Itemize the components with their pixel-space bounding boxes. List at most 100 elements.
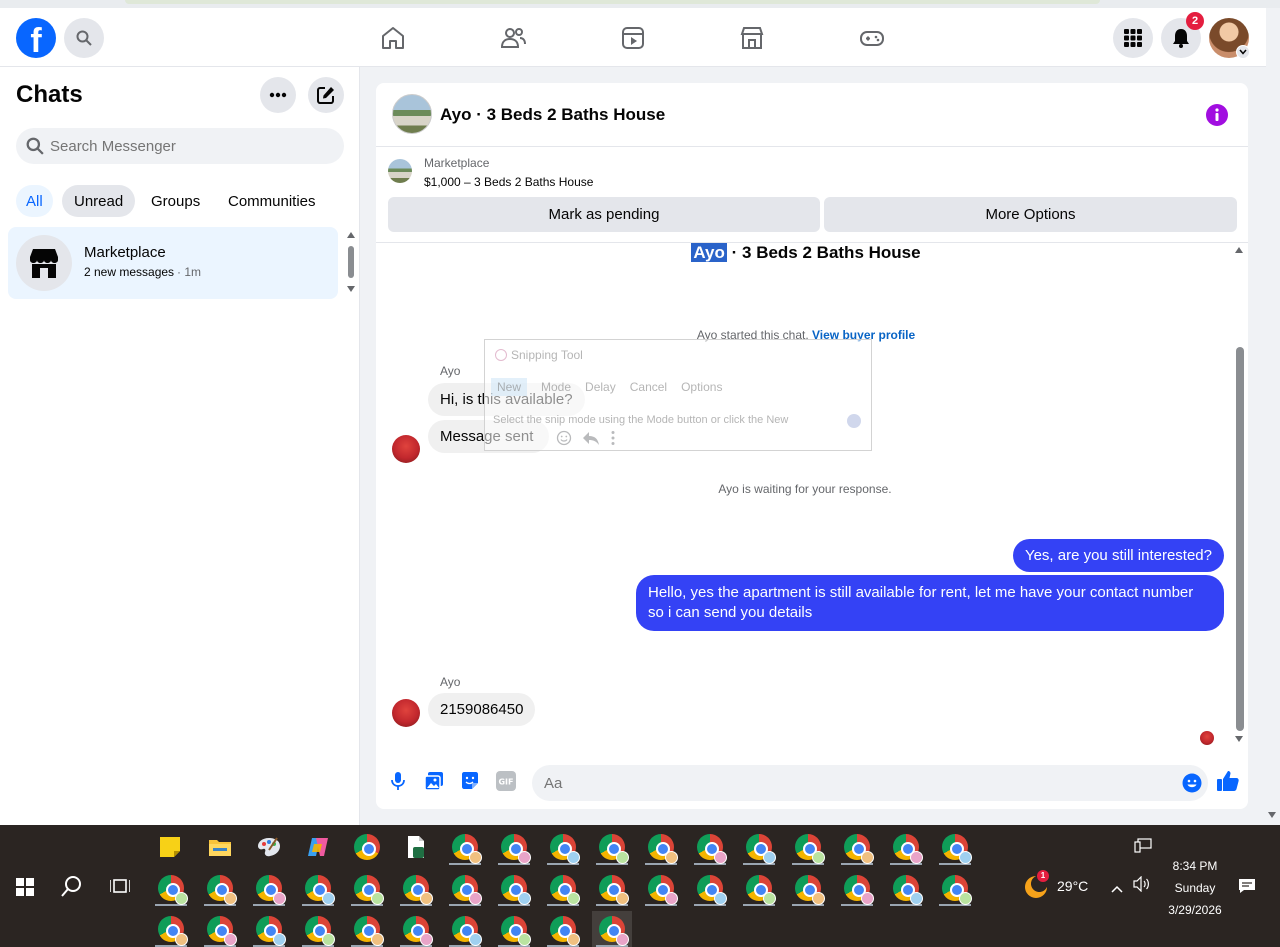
thread-scroll-down[interactable] [1235,736,1243,742]
chrome-window-taskbar-button[interactable] [935,829,975,865]
chrome-window-taskbar-button[interactable] [788,870,828,906]
chrome-window-taskbar-button[interactable] [739,829,779,865]
snip-options-button[interactable]: Options [681,380,722,394]
desktop-pc-icon[interactable] [1134,838,1152,859]
chrome-window-taskbar-button[interactable] [494,870,534,906]
listing-thumbnail-avatar[interactable] [392,94,432,134]
paint-app[interactable] [249,829,289,865]
sender-avatar[interactable] [392,435,420,463]
chrome-window-taskbar-button[interactable] [494,829,534,865]
taskbar-search-button[interactable] [61,875,83,902]
search-button[interactable] [64,18,104,58]
filter-unread[interactable]: Unread [62,185,136,217]
chrome-window-taskbar-button[interactable] [543,829,583,865]
gif-button[interactable]: GIF [496,771,516,791]
file-explorer-app[interactable] [200,829,240,865]
thread-scroll-up[interactable] [1235,247,1243,253]
facebook-logo[interactable]: f [16,18,56,58]
page-scroll-down[interactable] [1268,812,1276,818]
message-input[interactable] [544,774,1144,792]
search-messenger-input[interactable] [50,137,310,155]
video-nav-button[interactable] [619,24,647,52]
chrome-window-taskbar-button[interactable] [200,911,240,947]
chrome-window-taskbar-button[interactable] [347,870,387,906]
help-icon[interactable] [847,414,861,428]
listing-price-title[interactable]: $1,000 – 3 Beds 2 Baths House [424,175,593,189]
chrome-window-taskbar-button[interactable] [298,911,338,947]
notification-center-button[interactable] [1238,878,1256,899]
chrome-window-taskbar-button[interactable] [396,870,436,906]
thread-scroll-thumb[interactable] [1236,347,1244,731]
filter-communities[interactable]: Communities [216,185,328,217]
chrome-window-taskbar-button[interactable] [543,870,583,906]
snipping-tool-window[interactable]: Snipping Tool New Mode Delay Cancel Opti… [484,339,872,451]
snip-cancel-button[interactable]: Cancel [630,380,667,394]
chrome-window-taskbar-button[interactable] [592,829,632,865]
chrome-window-taskbar-button[interactable] [886,829,926,865]
new-message-button[interactable] [308,77,344,113]
messenger-search[interactable] [16,128,344,164]
chrome-window-taskbar-button[interactable] [935,870,975,906]
start-button[interactable] [16,878,34,901]
show-hidden-icons-button[interactable] [1111,880,1123,898]
chrome-window-taskbar-button[interactable] [396,911,436,947]
sender-avatar[interactable] [392,699,420,727]
copilot-app[interactable] [298,829,338,865]
sidebar-scrollbar[interactable] [346,232,356,296]
mark-as-pending-button[interactable]: Mark as pending [388,197,820,232]
conversation-title[interactable]: Ayo · 3 Beds 2 Baths House [440,105,665,125]
chrome-window-taskbar-button[interactable] [151,911,191,947]
incoming-message[interactable]: 2159086450 [428,693,536,726]
filter-all[interactable]: All [16,185,53,217]
chrome-window-taskbar-button[interactable] [788,829,828,865]
volume-button[interactable] [1133,875,1151,897]
chrome-window-taskbar-button[interactable] [886,870,926,906]
chrome-window-taskbar-button[interactable] [641,829,681,865]
outgoing-message[interactable]: Yes, are you still interested? [1012,539,1224,572]
snip-new-button[interactable]: New [491,378,528,396]
scroll-down-arrow[interactable] [347,286,355,292]
chat-list-item-marketplace[interactable]: Marketplace 2 new messages · 1m [8,227,338,299]
listing-thumbnail[interactable] [388,159,412,183]
chrome-window-taskbar-button[interactable] [690,829,730,865]
sidebar-scroll-thumb[interactable] [348,246,354,278]
chrome-window-taskbar-button[interactable] [494,911,534,947]
google-chrome-app[interactable] [347,829,387,865]
chrome-window-taskbar-button[interactable] [837,870,877,906]
document-app[interactable] [396,829,436,865]
sticky-notes-app[interactable] [150,829,190,865]
chrome-window-taskbar-button[interactable] [690,870,730,906]
chrome-window-taskbar-button[interactable] [445,911,485,947]
chrome-window-taskbar-button[interactable] [151,870,191,906]
friends-nav-button[interactable] [499,24,527,52]
attach-media-button[interactable] [424,771,444,796]
chrome-window-taskbar-button[interactable] [592,870,632,906]
scroll-up-arrow[interactable] [347,232,355,238]
chrome-window-taskbar-button[interactable] [592,911,632,947]
chrome-window-taskbar-button[interactable] [249,870,289,906]
chrome-window-taskbar-button[interactable] [347,911,387,947]
chrome-window-taskbar-button[interactable] [739,870,779,906]
chrome-window-taskbar-button[interactable] [200,870,240,906]
clock[interactable]: 8:34 PM Sunday 3/29/2026 [1160,855,1230,921]
more-options-button[interactable]: More Options [824,197,1237,232]
chrome-window-taskbar-button[interactable] [641,870,681,906]
home-nav-button[interactable] [379,24,407,52]
chrome-window-taskbar-button[interactable] [837,829,877,865]
chrome-window-taskbar-button[interactable] [249,911,289,947]
filter-groups[interactable]: Groups [139,185,212,217]
chrome-window-taskbar-button[interactable] [445,870,485,906]
emoji-icon[interactable] [1182,773,1202,793]
menu-button[interactable] [1113,18,1153,58]
voice-clip-button[interactable] [390,771,406,796]
account-chevron[interactable] [1236,45,1250,59]
snip-mode-button[interactable]: Mode [541,380,571,394]
task-view-button[interactable] [109,877,131,900]
snip-delay-button[interactable]: Delay [585,380,616,394]
sticker-button[interactable] [460,771,480,796]
message-input-box[interactable] [532,765,1208,801]
chat-options-button[interactable] [260,77,296,113]
chrome-window-taskbar-button[interactable] [445,829,485,865]
chrome-window-taskbar-button[interactable] [298,870,338,906]
chrome-window-taskbar-button[interactable] [543,911,583,947]
